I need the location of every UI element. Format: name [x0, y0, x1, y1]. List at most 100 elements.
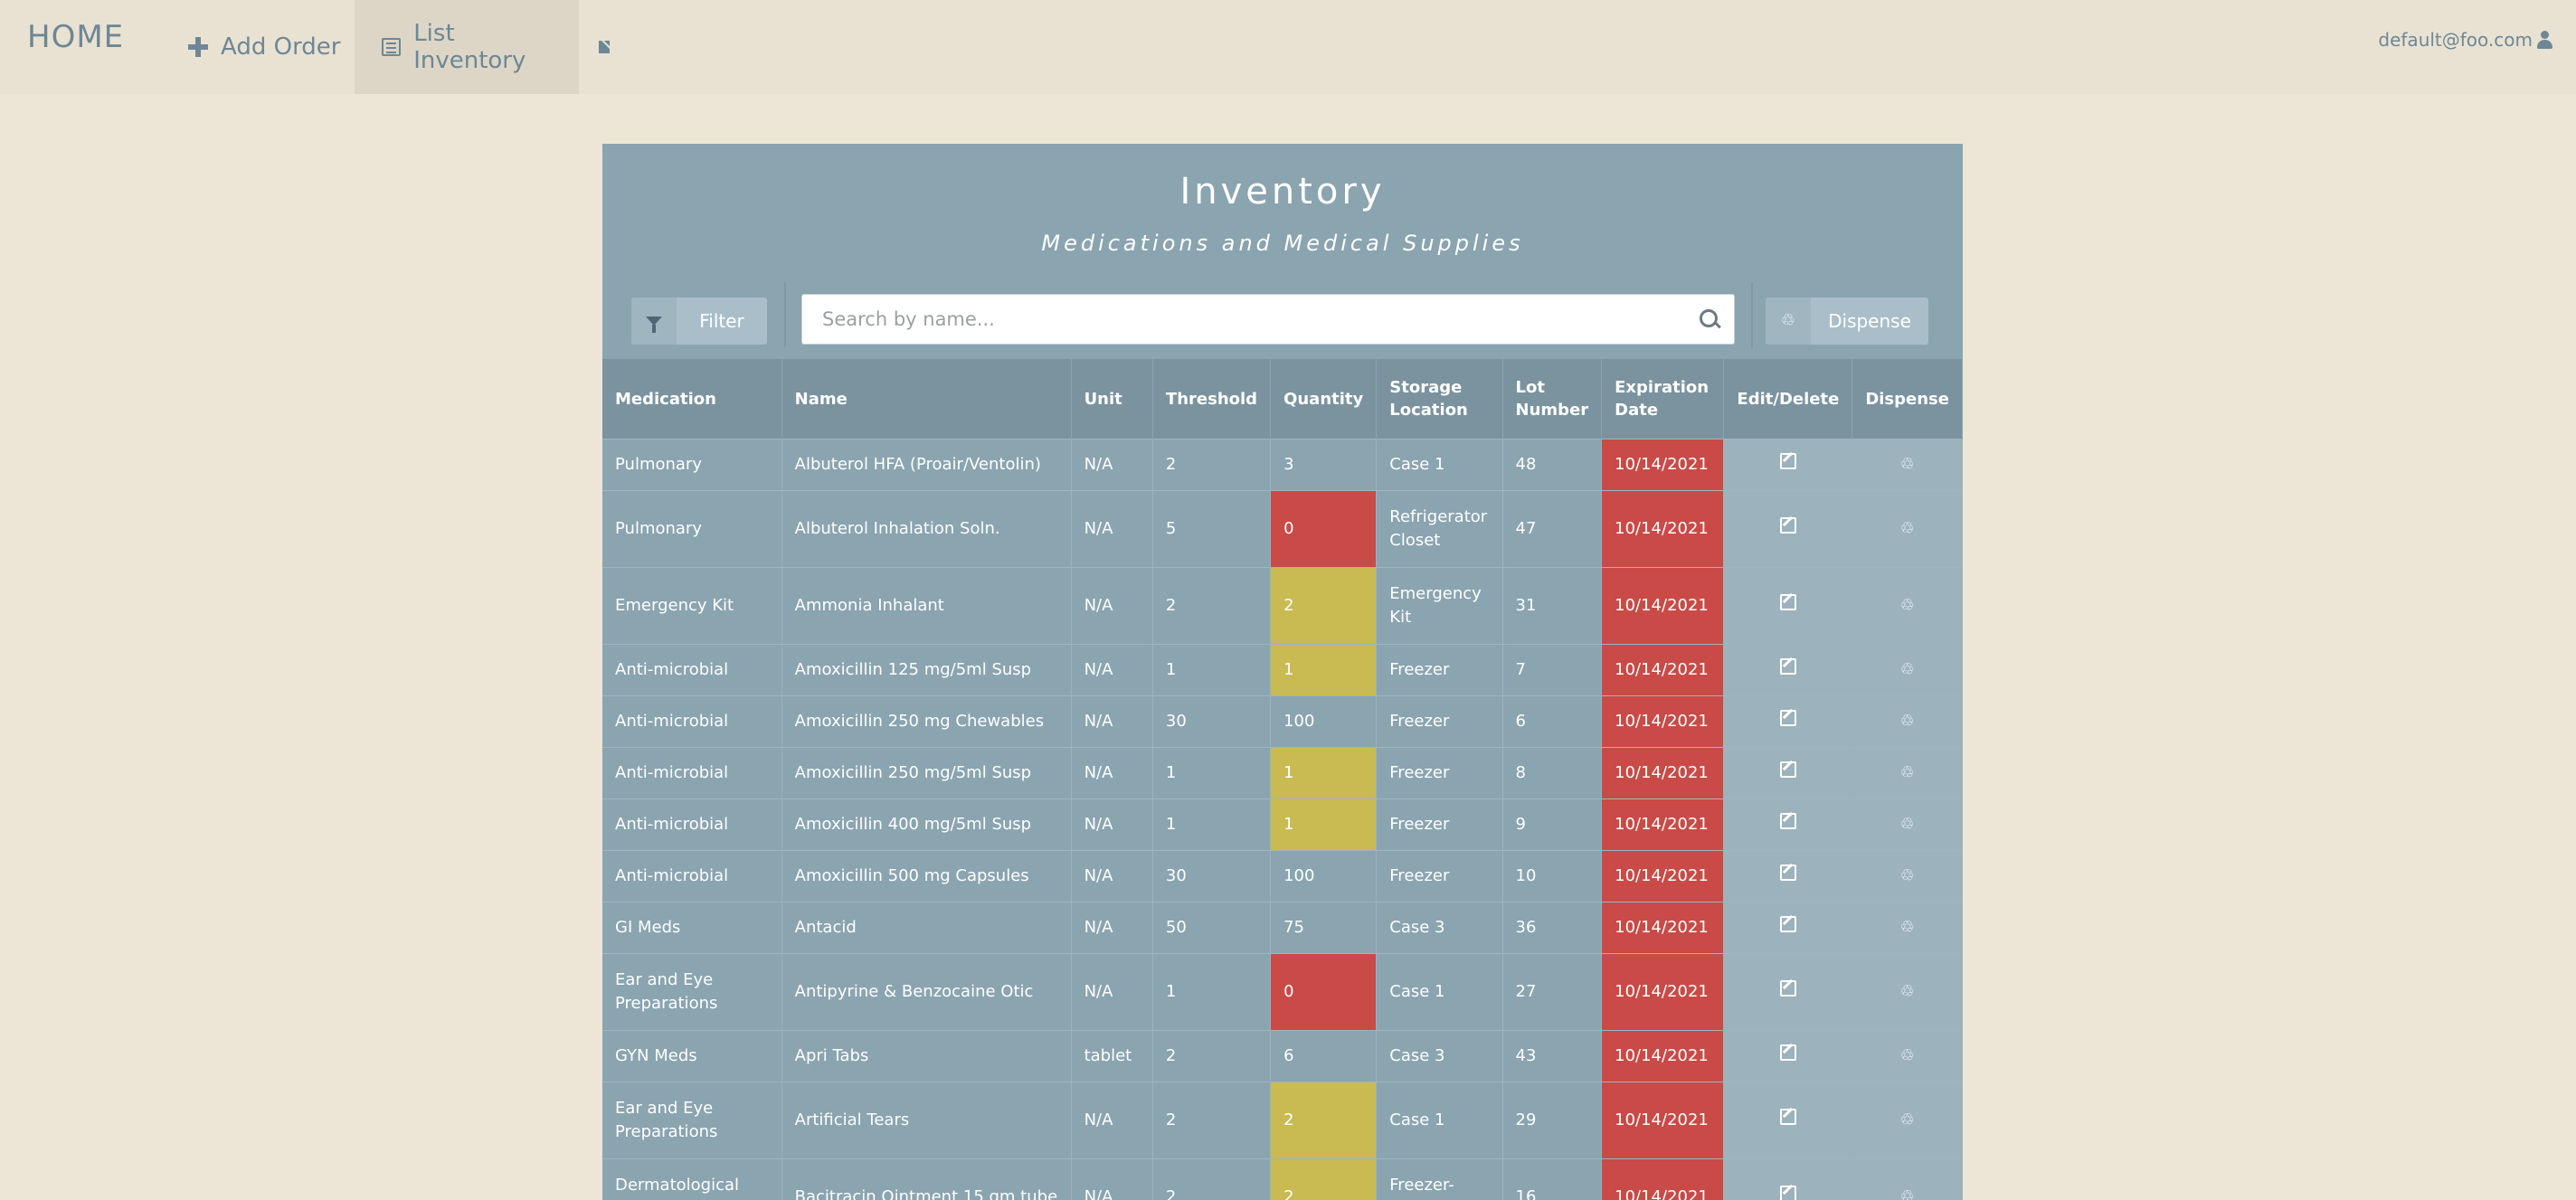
- col-header[interactable]: Unit: [1071, 359, 1153, 439]
- cell-threshold: 2: [1152, 1030, 1272, 1082]
- table-row[interactable]: Ear and Eye Preparations Artificial Tears…: [602, 1082, 1963, 1159]
- filter-icon: [646, 317, 662, 333]
- edit-icon[interactable]: [1779, 517, 1796, 534]
- edit-icon[interactable]: [1779, 1044, 1796, 1061]
- cell-storage: Case 1: [1376, 1082, 1503, 1159]
- edit-icon[interactable]: [1779, 916, 1796, 932]
- table-row[interactable]: Emergency Kit Ammonia Inhalant N/A 2 2 Emerge…: [602, 567, 1963, 645]
- cell-expiration: 10/14/2021: [1601, 1158, 1725, 1200]
- dispense-cell: ♲: [1852, 1082, 1963, 1159]
- cell-name: Bacitracin Ointment 15 gm tube: [781, 1158, 1072, 1200]
- col-header[interactable]: Storage Location: [1376, 359, 1503, 439]
- cell-medication: Pulmonary: [602, 490, 782, 568]
- col-header[interactable]: Medication: [602, 359, 782, 439]
- recycle-icon[interactable]: ♲: [1900, 866, 1915, 885]
- cell-medication: Anti-microbial: [602, 850, 782, 902]
- edit-icon[interactable]: [1779, 813, 1796, 829]
- edit-delete-cell: [1723, 953, 1853, 1031]
- cell-lot: 16: [1502, 1158, 1603, 1200]
- recycle-icon[interactable]: ♲: [1900, 1110, 1915, 1129]
- cell-quantity: 1: [1270, 644, 1378, 696]
- envelope-icon: [599, 41, 610, 53]
- filter-button[interactable]: Filter: [631, 298, 767, 345]
- table-body: Pulmonary Albuterol HFA (Proair/Ventolin)…: [602, 439, 1963, 1200]
- cell-expiration: 10/14/2021: [1601, 902, 1725, 954]
- recycle-icon[interactable]: ♲: [1900, 982, 1915, 1001]
- cell-unit: N/A: [1071, 953, 1153, 1031]
- cell-name: Albuterol HFA (Proair/Ventolin): [781, 439, 1072, 491]
- table-row[interactable]: Anti-microbial Amoxicillin 125 mg/5ml Sus…: [602, 644, 1963, 696]
- table-row[interactable]: Anti-microbial Amoxicillin 250 mg Chewabl…: [602, 695, 1963, 748]
- recycle-icon[interactable]: ♲: [1900, 519, 1915, 538]
- recycle-icon[interactable]: ♲: [1900, 1046, 1915, 1065]
- edit-icon[interactable]: [1779, 658, 1796, 675]
- col-header[interactable]: Quantity: [1270, 359, 1378, 439]
- table-row[interactable]: Anti-microbial Amoxicillin 250 mg/5ml Sus…: [602, 747, 1963, 799]
- cell-unit: N/A: [1071, 567, 1153, 645]
- recycle-icon[interactable]: ♲: [1900, 455, 1915, 474]
- recycle-icon[interactable]: ♲: [1900, 712, 1915, 731]
- cell-medication: Ear and Eye Preparations: [602, 1082, 782, 1159]
- cell-medication: Emergency Kit: [602, 567, 782, 645]
- table-row[interactable]: Pulmonary Albuterol HFA (Proair/Ventolin)…: [602, 439, 1963, 491]
- edit-icon[interactable]: [1779, 980, 1796, 997]
- edit-icon[interactable]: [1779, 710, 1796, 726]
- nav-list-inventory[interactable]: List Inventory: [355, 0, 579, 94]
- edit-icon[interactable]: [1779, 594, 1796, 610]
- cell-threshold: 2: [1152, 567, 1272, 645]
- nav-messages[interactable]: [579, 0, 642, 94]
- nav-add-order[interactable]: Add Order: [161, 0, 368, 94]
- recycle-icon[interactable]: ♲: [1900, 1187, 1915, 1200]
- cell-threshold: 1: [1152, 953, 1272, 1031]
- cell-unit: tablet: [1071, 1030, 1153, 1082]
- col-header[interactable]: Lot Number: [1502, 359, 1603, 439]
- cell-name: Amoxicillin 250 mg/5ml Susp: [781, 747, 1072, 799]
- home-link[interactable]: HOME: [27, 18, 124, 72]
- recycle-icon[interactable]: ♲: [1900, 918, 1915, 937]
- edit-delete-cell: [1723, 695, 1853, 748]
- table-row[interactable]: Pulmonary Albuterol Inhalation Soln. N/A 5 0…: [602, 490, 1963, 568]
- col-header[interactable]: Threshold: [1152, 359, 1272, 439]
- edit-icon[interactable]: [1779, 865, 1796, 881]
- cell-lot: 48: [1502, 439, 1603, 491]
- edit-icon[interactable]: [1779, 453, 1796, 469]
- cell-medication: GI Meds: [602, 902, 782, 954]
- table-row[interactable]: GI Meds Antacid N/A 50 75 Case 3 36 10/14/2021 ♲: [602, 902, 1963, 954]
- cell-quantity: 2: [1270, 1158, 1378, 1200]
- user-menu[interactable]: default@foo.com: [2378, 29, 2552, 51]
- edit-delete-cell: [1723, 850, 1853, 902]
- dispense-cell: ♲: [1852, 490, 1963, 568]
- recycle-icon[interactable]: ♲: [1900, 763, 1915, 782]
- cell-name: Amoxicillin 400 mg/5ml Susp: [781, 798, 1072, 851]
- edit-icon[interactable]: [1779, 1109, 1796, 1125]
- dispense-cell: ♲: [1852, 902, 1963, 954]
- table-row[interactable]: Dermatological PreparationsBacitracin Oi…: [602, 1158, 1963, 1200]
- cell-threshold: 1: [1152, 798, 1272, 851]
- edit-icon[interactable]: [1779, 1186, 1796, 1200]
- recycle-icon[interactable]: ♲: [1900, 660, 1915, 679]
- cell-storage: Case 1: [1376, 953, 1503, 1031]
- cell-name: Amoxicillin 500 mg Capsules: [781, 850, 1072, 902]
- cell-name: Amoxicillin 125 mg/5ml Susp: [781, 644, 1072, 696]
- cell-lot: 36: [1502, 902, 1603, 954]
- table-row[interactable]: Anti-microbial Amoxicillin 400 mg/5ml Sus…: [602, 798, 1963, 851]
- cell-medication: Anti-microbial: [602, 747, 782, 799]
- col-header[interactable]: Name: [781, 359, 1072, 439]
- table-row[interactable]: Anti-microbial Amoxicillin 500 mg Capsule…: [602, 850, 1963, 902]
- cell-quantity: 1: [1270, 747, 1378, 799]
- edit-delete-cell: [1723, 567, 1853, 645]
- search-icon[interactable]: [1700, 309, 1718, 327]
- col-header[interactable]: Expiration Date: [1601, 359, 1725, 439]
- edit-icon[interactable]: [1779, 761, 1796, 778]
- user-icon: [2536, 31, 2552, 49]
- recycle-icon[interactable]: ♲: [1900, 596, 1915, 615]
- cell-lot: 10: [1502, 850, 1603, 902]
- edit-delete-cell: [1723, 902, 1853, 954]
- table-row[interactable]: GYN Meds Apri Tabs tablet 2 6 Case 3 43 10/14/2…: [602, 1030, 1963, 1082]
- cell-storage: Emergency Kit: [1376, 567, 1503, 645]
- table-row[interactable]: Ear and Eye Preparations Antipyrine & Ben…: [602, 953, 1963, 1031]
- recycle-icon[interactable]: ♲: [1900, 815, 1915, 834]
- top-navbar: HOME Add Order List Inventory default@fo…: [0, 0, 2576, 94]
- dispense-button[interactable]: ♲ Dispense: [1766, 298, 1928, 345]
- search-input[interactable]: [802, 295, 1710, 344]
